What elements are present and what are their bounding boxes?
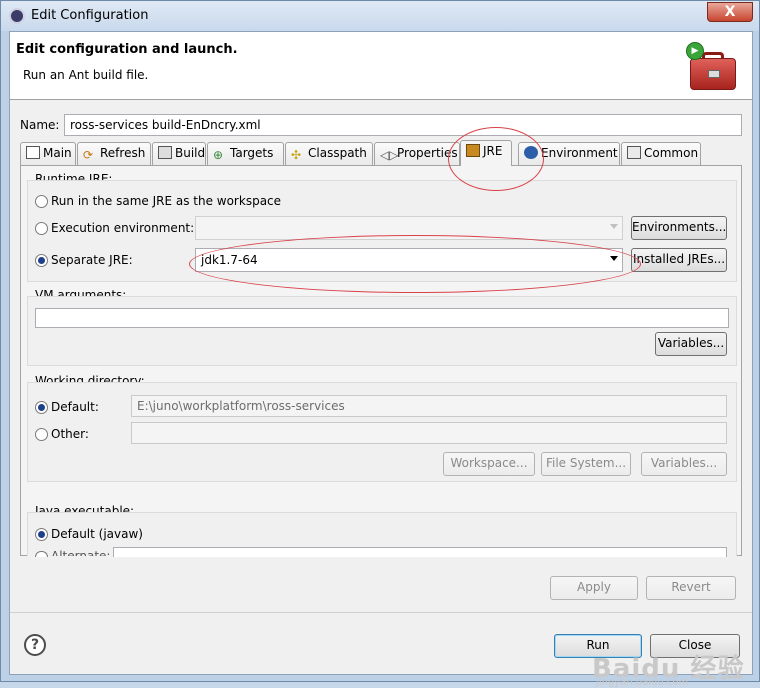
vm-arguments-group [27,296,737,366]
chevron-down-icon [610,256,618,261]
tab-build[interactable]: Build [152,142,206,166]
chevron-down-icon [610,224,618,229]
apply-button[interactable]: Apply [550,576,638,600]
file-system-button[interactable]: File System... [541,452,631,476]
alternate-javaw-label: Alternate: [51,549,111,556]
tab-common[interactable]: Common [621,142,701,166]
separate-jre-combo[interactable]: jdk1.7-64 [195,248,623,272]
main-tab-icon [26,146,40,159]
banner-subtitle: Run an Ant build file. [23,68,149,82]
other-directory-field[interactable] [131,422,727,444]
revert-button[interactable]: Revert [646,576,736,600]
name-label: Name: [20,118,60,132]
radio-alternate-javaw[interactable] [35,551,48,557]
ant-toolbox-icon: ▶ [686,42,742,92]
properties-icon: ◁▷ [380,148,399,162]
radio-execution-environment[interactable] [35,222,48,235]
tab-refresh[interactable]: ⟳ Refresh [77,142,151,166]
refresh-icon: ⟳ [83,148,94,162]
radio-same-jre[interactable] [35,195,48,208]
radio-separate-jre[interactable] [35,254,48,267]
environment-icon [524,146,538,159]
tab-targets[interactable]: ⊕ Targets [207,142,284,166]
classpath-icon: ✣ [291,148,302,162]
directory-variables-button[interactable]: Variables... [641,452,727,476]
window-title: Edit Configuration [31,8,149,23]
tab-classpath[interactable]: ✣ Classpath [285,142,373,166]
same-jre-label: Run in the same JRE as the workspace [51,194,282,208]
separate-jre-label: Separate JRE: [51,253,133,267]
name-field[interactable]: ross-services build-EnDncry.xml [64,114,742,136]
installed-jres-button[interactable]: Installed JREs... [631,248,727,272]
window-close-button[interactable]: X [707,2,753,22]
radio-default-javaw[interactable] [35,528,48,541]
jre-icon [466,144,480,157]
default-directory-label: Default: [51,400,99,414]
execution-environment-combo[interactable] [195,216,623,240]
dialog-client-area: Edit configuration and launch. Run an An… [9,31,753,688]
run-play-icon: ▶ [686,42,704,60]
help-icon[interactable]: ? [24,634,46,656]
workspace-button[interactable]: Workspace... [443,452,535,476]
execution-environment-label: Execution environment: [51,221,195,235]
jre-tab-panel: Runtime JRE: Run in the same JRE as the … [20,165,742,557]
vm-variables-button[interactable]: Variables... [655,332,727,356]
eclipse-icon [9,8,25,24]
divider [10,612,752,613]
watermark-url: jingyan.baidu.com [596,677,689,688]
header-banner: Edit configuration and launch. Run an An… [10,32,752,100]
environments-button[interactable]: Environments... [631,216,727,240]
edit-configuration-dialog: Edit Configuration X Edit configuration … [0,0,760,688]
targets-icon: ⊕ [213,148,224,162]
default-javaw-label: Default (javaw) [51,527,143,541]
common-icon [627,146,641,159]
tab-properties[interactable]: ◁▷Properties [374,142,460,166]
tab-jre[interactable]: JRE [460,140,512,166]
radio-other-directory[interactable] [35,428,48,441]
radio-default-directory[interactable] [35,401,48,414]
banner-heading: Edit configuration and launch. [16,42,238,57]
tab-environment[interactable]: Environment [518,142,620,166]
alternate-javaw-field[interactable] [113,547,727,557]
default-directory-field[interactable]: E:\juno\workplatform\ross-services [131,395,727,417]
vm-arguments-field[interactable] [35,308,729,328]
other-directory-label: Other: [51,427,89,441]
title-bar: Edit Configuration X [1,1,759,31]
tab-main[interactable]: Main [20,142,76,166]
build-icon [158,146,172,159]
